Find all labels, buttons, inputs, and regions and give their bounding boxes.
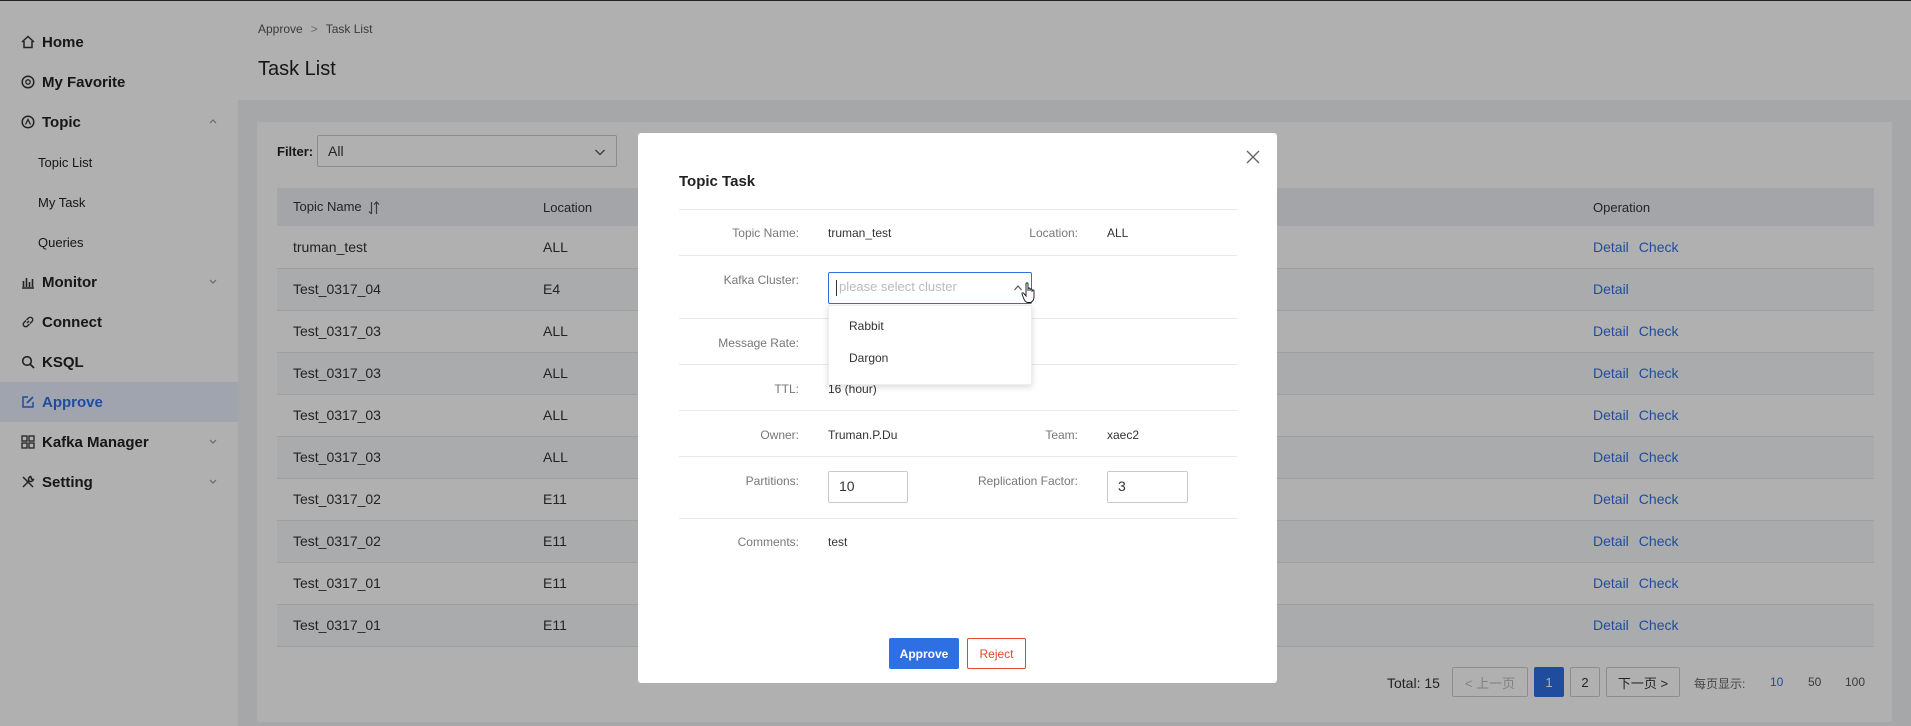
kafka-cluster-placeholder: please select cluster [839, 279, 957, 294]
replication-factor-input[interactable]: 3 [1107, 471, 1188, 503]
ttl-label: TTL: [774, 382, 799, 396]
form-row-owner: Owner: Truman.P.Du Team: xaec2 [679, 410, 1237, 456]
form-row-comments: Comments: test [679, 518, 1237, 564]
comments-value: test [828, 535, 848, 549]
text-caret [836, 280, 837, 296]
partitions-input[interactable]: 10 [828, 471, 908, 503]
kafka-cluster-select[interactable]: please select cluster [828, 272, 1032, 304]
topic-task-modal: Topic Task Topic Name: truman_test Locat… [638, 133, 1277, 683]
owner-value: Truman.P.Du [828, 428, 898, 442]
owner-label: Owner: [760, 428, 799, 442]
topic-name-value: truman_test [828, 226, 892, 240]
close-icon[interactable] [1245, 149, 1261, 165]
message-rate-label: Message Rate: [718, 336, 799, 350]
team-label: Team: [1045, 428, 1078, 442]
approve-button[interactable]: Approve [889, 638, 959, 669]
kafka-cluster-label: Kafka Cluster: [723, 273, 799, 287]
cluster-option-dargon[interactable]: Dargon [829, 342, 1031, 374]
cluster-dropdown: Rabbit Dargon [828, 305, 1032, 385]
comments-label: Comments: [737, 535, 799, 549]
form-row-partitions: Partitions: 10 Replication Factor: 3 [679, 456, 1237, 518]
hand-cursor-icon [1021, 282, 1035, 303]
cluster-option-rabbit[interactable]: Rabbit [829, 310, 1031, 342]
location-label: Location: [1029, 226, 1078, 240]
partitions-label: Partitions: [745, 474, 799, 488]
form-row-topic: Topic Name: truman_test Location: ALL [679, 209, 1237, 255]
reject-button[interactable]: Reject [967, 638, 1026, 669]
location-value: ALL [1107, 226, 1129, 240]
modal-title: Topic Task [679, 173, 756, 190]
team-value: xaec2 [1107, 428, 1140, 442]
replication-factor-label: Replication Factor: [977, 474, 1078, 488]
topic-name-label: Topic Name: [732, 226, 799, 240]
